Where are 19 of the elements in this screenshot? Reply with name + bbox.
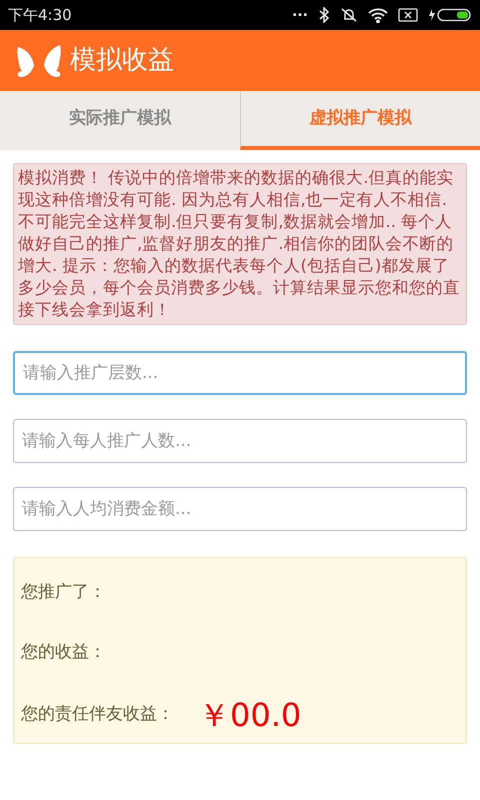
result-label: 您的收益： xyxy=(21,640,106,664)
app-title: 模拟收益 xyxy=(70,44,174,77)
notification-dots: ... xyxy=(292,5,308,22)
input-field[interactable]: 请输入每人推广人数... xyxy=(13,419,467,463)
battery-charging-icon xyxy=(428,8,472,22)
amount-value: ￥00.0 xyxy=(198,699,302,731)
bluetooth-icon xyxy=(318,7,330,23)
input-field[interactable]: 请输入人均消费金额... xyxy=(13,487,467,531)
butterfly-logo-icon xyxy=(16,42,62,78)
tab[interactable]: 实际推广模拟 xyxy=(0,91,240,150)
notice-message: 模拟消费！ 传说中的倍增带来的数据的确很大.但真的能实现这种倍增没有可能. 因为总有人相信,也一定有人不相信.不可能完全这样复制.但只要有复制,数据就会增加.. 每个人做好自己的推广,监督好朋友的推广.相信你的团队会不断的增大. 提示：您输入的数据代表每个人(包括自己)都发展了多少会员，每个会员消费多少钱。计算结果显示您和您的直接下线会拿到返利！ xyxy=(13,163,467,325)
result-label: 您的责任伴友收益： xyxy=(21,703,174,726)
wifi-icon xyxy=(368,8,388,22)
status-time: 下午4:30 xyxy=(8,4,72,26)
result-label: 您推广了： xyxy=(21,581,106,604)
input-field[interactable]: 请输入推广层数... xyxy=(13,351,467,395)
tab[interactable]: 虚拟推广模拟 xyxy=(240,91,480,150)
no-sim-icon xyxy=(398,8,418,22)
muted-bell-icon xyxy=(340,7,358,23)
